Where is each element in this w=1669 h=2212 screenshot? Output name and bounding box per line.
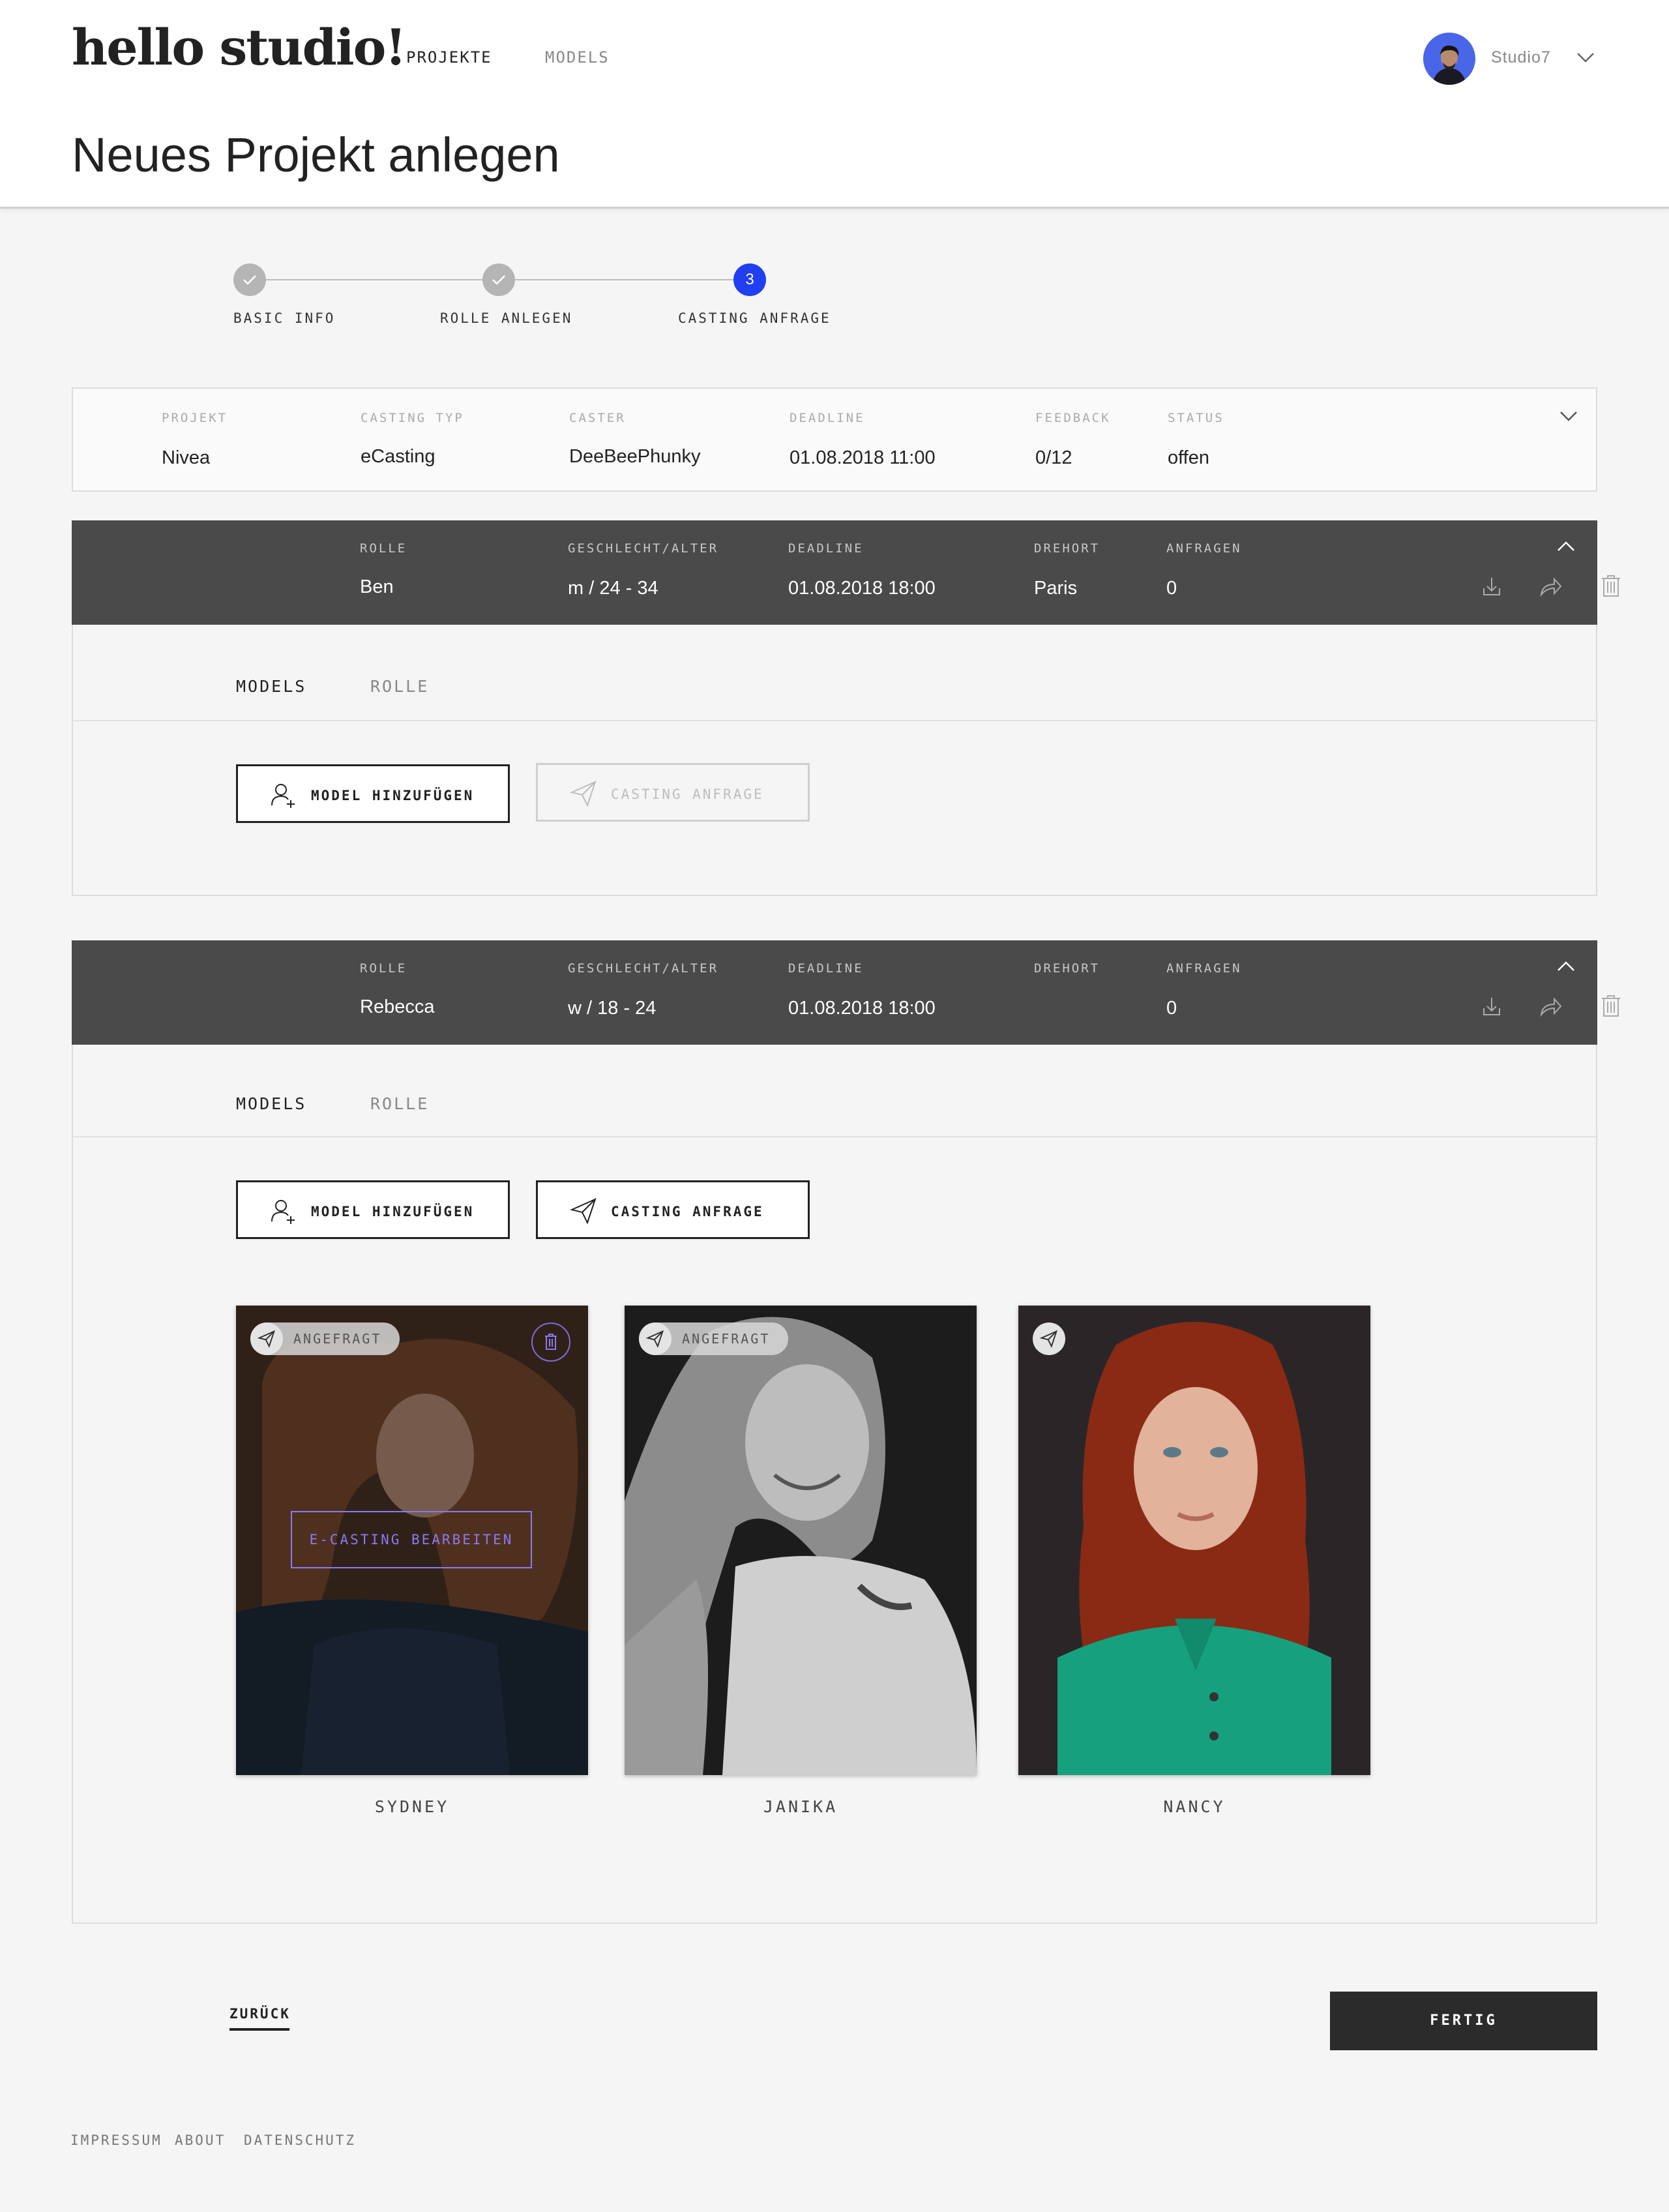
label-deadline: DEADLINE: [788, 541, 864, 556]
step-1-done-icon[interactable]: [233, 263, 266, 296]
model-photo: [1018, 1306, 1370, 1775]
step-label-rolle-anlegen: ROLLE ANLEGEN: [440, 310, 573, 326]
value-rolle: Ben: [360, 576, 394, 597]
trash-icon[interactable]: [1598, 993, 1624, 1019]
app-header: hello studio! PROJEKTE MODELS Studio7 Ne…: [0, 0, 1669, 209]
download-icon[interactable]: [1479, 574, 1505, 600]
tab-rolle[interactable]: ROLLE: [370, 1094, 429, 1113]
add-user-icon: [269, 1197, 298, 1225]
add-model-label: MODEL HINZUFÜGEN: [311, 788, 475, 803]
value-deadline: 01.08.2018 18:00: [788, 578, 936, 599]
value-geschlecht-alter: w / 18 - 24: [568, 998, 657, 1019]
logo[interactable]: hello studio!: [72, 18, 407, 76]
footer-about-link[interactable]: ABOUT: [175, 2132, 226, 2148]
casting-anfrage-label: CASTING ANFRAGE: [611, 1204, 764, 1219]
value-deadline: 01.08.2018 18:00: [788, 998, 936, 1019]
footer-impressum-link[interactable]: IMPRESSUM: [70, 2132, 162, 2148]
label-status: STATUS: [1168, 411, 1224, 425]
label-anfragen: ANFRAGEN: [1166, 961, 1242, 976]
share-icon[interactable]: [1537, 574, 1563, 600]
label-deadline: DEADLINE: [788, 961, 864, 976]
back-link-underline: [229, 2028, 289, 2031]
label-feedback: FEEDBACK: [1035, 411, 1111, 425]
casting-anfrage-button[interactable]: CASTING ANFRAGE: [536, 1180, 810, 1239]
value-anfragen: 0: [1166, 578, 1177, 599]
footer-datenschutz-link[interactable]: DATENSCHUTZ: [244, 2132, 356, 2148]
paper-plane-icon: [569, 1197, 598, 1225]
user-name[interactable]: Studio7: [1491, 48, 1551, 67]
model-card-nancy[interactable]: [1018, 1306, 1370, 1775]
step-2-done-icon[interactable]: [482, 263, 515, 296]
nav-models[interactable]: MODELS: [545, 48, 610, 67]
step-label-casting-anfrage: CASTING ANFRAGE: [678, 310, 831, 326]
nav-projekte[interactable]: PROJEKTE: [406, 48, 492, 67]
trash-icon[interactable]: [531, 1323, 570, 1362]
model-name[interactable]: JANIKA: [625, 1797, 977, 1816]
label-projekt: PROJEKT: [162, 411, 228, 425]
value-projekt: Nivea: [162, 447, 211, 468]
add-model-button[interactable]: MODEL HINZUFÜGEN: [236, 764, 510, 823]
back-link[interactable]: ZURÜCK: [229, 2006, 291, 2022]
value-caster: DeeBeePhunky: [569, 446, 701, 467]
label-drehort: DREHORT: [1034, 961, 1100, 976]
role-body-ben: MODELS ROLLE MODEL HINZUFÜGEN CASTING AN…: [72, 625, 1597, 896]
download-icon[interactable]: [1479, 994, 1505, 1020]
value-rolle: Rebecca: [360, 996, 435, 1017]
step-connector: [264, 279, 482, 280]
tab-divider: [73, 1136, 1596, 1137]
label-drehort: DREHORT: [1034, 541, 1100, 556]
chevron-down-icon[interactable]: [1573, 44, 1599, 70]
edit-ecasting-button[interactable]: E-CASTING BEARBEITEN: [291, 1511, 532, 1568]
step-label-basic-info: BASIC INFO: [233, 310, 336, 326]
share-icon[interactable]: [1537, 994, 1563, 1020]
tab-rolle[interactable]: ROLLE: [370, 677, 429, 696]
chevron-down-icon[interactable]: [1556, 403, 1582, 429]
chevron-up-icon[interactable]: [1553, 953, 1579, 979]
label-casting-typ: CASTING TYP: [361, 411, 464, 425]
chevron-up-icon[interactable]: [1553, 533, 1579, 560]
tab-models[interactable]: MODELS: [236, 677, 306, 696]
value-feedback: 0/12: [1035, 447, 1072, 468]
casting-anfrage-label: CASTING ANFRAGE: [611, 786, 764, 802]
label-geschlecht-alter: GESCHLECHT/ALTER: [568, 541, 719, 556]
value-deadline: 01.08.2018 11:00: [790, 447, 936, 468]
paper-plane-icon: [250, 1323, 283, 1355]
role-header-rebecca[interactable]: ROLLE Rebecca GESCHLECHT/ALTER w / 18 - …: [72, 940, 1620, 1045]
label-deadline: DEADLINE: [790, 411, 865, 425]
model-card-janika[interactable]: ANGEFRAGT: [625, 1306, 977, 1775]
label-caster: CASTER: [569, 411, 626, 425]
model-name[interactable]: NANCY: [1018, 1797, 1370, 1816]
value-casting-typ: eCasting: [361, 446, 436, 467]
paper-plane-icon: [569, 779, 598, 808]
label-anfragen: ANFRAGEN: [1166, 541, 1242, 556]
step-connector: [515, 279, 733, 280]
paper-plane-icon: [1033, 1323, 1065, 1355]
trash-icon[interactable]: [1598, 573, 1624, 599]
page-title: Neues Projekt anlegen: [72, 128, 560, 182]
label-rolle: ROLLE: [360, 541, 407, 556]
casting-anfrage-button[interactable]: CASTING ANFRAGE: [536, 763, 810, 822]
value-anfragen: 0: [1166, 998, 1177, 1019]
label-rolle: ROLLE: [360, 961, 407, 976]
paper-plane-icon: [639, 1323, 672, 1355]
value-geschlecht-alter: m / 24 - 34: [568, 578, 658, 599]
tab-models[interactable]: MODELS: [236, 1094, 306, 1113]
step-3-active[interactable]: 3: [733, 263, 766, 296]
add-model-button[interactable]: MODEL HINZUFÜGEN: [236, 1180, 510, 1239]
role-header-ben[interactable]: ROLLE Ben GESCHLECHT/ALTER m / 24 - 34 D…: [72, 520, 1620, 625]
project-summary-card: PROJEKT Nivea CASTING TYP eCasting CASTE…: [72, 387, 1597, 492]
model-name[interactable]: SYDNEY: [236, 1797, 588, 1816]
value-drehort: Paris: [1034, 578, 1078, 599]
tab-divider: [73, 720, 1596, 721]
value-status: offen: [1168, 447, 1209, 468]
avatar[interactable]: [1423, 33, 1475, 85]
done-button[interactable]: FERTIG: [1330, 1992, 1597, 2050]
add-model-label: MODEL HINZUFÜGEN: [311, 1204, 475, 1219]
model-card-sydney[interactable]: ANGEFRAGT E-CASTING BEARBEITEN: [236, 1306, 588, 1775]
label-geschlecht-alter: GESCHLECHT/ALTER: [568, 961, 719, 976]
model-photo: [625, 1306, 977, 1775]
add-user-icon: [269, 781, 298, 809]
